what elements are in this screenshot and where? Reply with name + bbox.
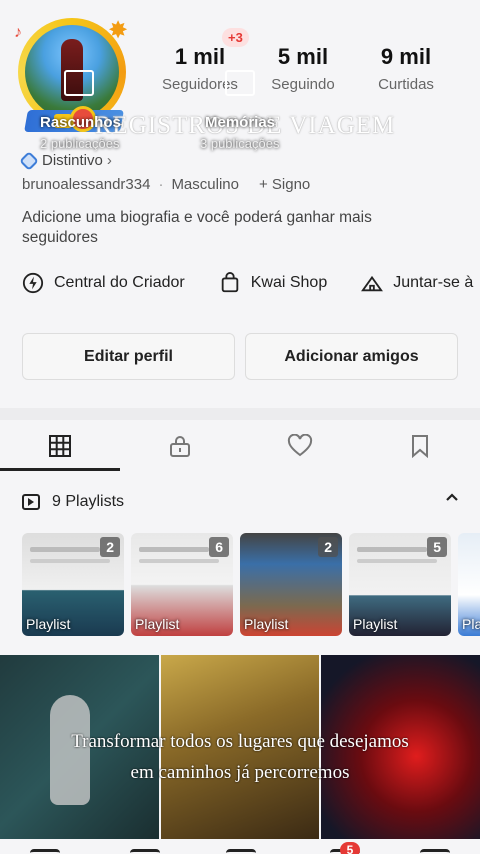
explore-icon[interactable]: [130, 849, 160, 854]
following-label: Seguindo: [271, 76, 335, 93]
likes-label: Curtidas: [378, 76, 434, 93]
playlist-label: Pla: [462, 616, 480, 632]
playlist-video-count: 2: [100, 537, 120, 557]
create-icon[interactable]: [226, 849, 256, 854]
badge-label: Distintivo: [42, 152, 103, 169]
profile-icon[interactable]: [420, 849, 450, 854]
tent-icon: [361, 275, 384, 292]
caption-line-2: em caminhos já percorremos: [130, 762, 350, 783]
creator-center-label: Central do Criador: [54, 274, 185, 291]
followers-count: 1 mil: [174, 44, 226, 69]
lock-icon: [170, 436, 190, 457]
thumbnail-detail: [357, 547, 427, 552]
grid-icon: [49, 435, 71, 457]
kwai-shop-label: Kwai Shop: [250, 274, 328, 291]
likes-stat[interactable]: 9 mil Curtidas: [361, 44, 451, 93]
home-icon[interactable]: [30, 849, 60, 854]
thumbnail-detail: [30, 547, 100, 552]
drafts-count: 2 publicações: [40, 136, 120, 151]
thumbnail-detail: [139, 547, 209, 552]
heart-icon: [287, 434, 313, 457]
playlist-strip: 2 Playlist 6 Playlist 2 Playlist 5 Playl…: [22, 533, 480, 637]
playlist-card[interactable]: Pla: [458, 533, 480, 636]
playlist-label: Playlist: [353, 616, 398, 632]
profile-info-row: brunoalessandr334 · Masculino + Signo: [22, 176, 310, 193]
playlist-video-count: 6: [209, 537, 229, 557]
chevron-right-icon: ›: [106, 152, 112, 169]
drafts-folder-icon: [64, 70, 94, 96]
playlist-icon: [22, 494, 40, 510]
badge-icon: [19, 150, 39, 171]
playlist-label: Playlist: [244, 616, 289, 632]
playlists-count: 9 Playlists: [52, 493, 125, 510]
thumbnail-detail: [30, 559, 110, 563]
memories-title: Memórias: [205, 114, 276, 131]
bio-prompt[interactable]: Adicione uma biografia e você poderá gan…: [22, 208, 442, 248]
playlist-video-count: 2: [318, 537, 338, 557]
tab-saved[interactable]: [360, 420, 480, 472]
add-sign-button[interactable]: + Signo: [259, 176, 310, 193]
music-note-icon: ♪: [14, 24, 22, 41]
tab-liked[interactable]: [240, 420, 360, 472]
shopping-bag-icon: [221, 272, 238, 293]
section-divider: [0, 408, 480, 420]
notification-badge: 5: [340, 842, 360, 854]
following-count: 5 mil: [277, 44, 329, 69]
thumbnail-detail: [139, 559, 219, 563]
bookmark-icon: [412, 435, 428, 458]
join-button[interactable]: Juntar-se à: [361, 272, 473, 294]
playlists-header[interactable]: 9 Playlists: [22, 490, 462, 514]
tab-posts[interactable]: [0, 420, 120, 472]
caption-line-1: Transformar todos os lugares que desejam…: [71, 731, 409, 752]
new-followers-badge: +3: [222, 28, 249, 47]
bottom-navigation: [0, 839, 480, 854]
memories-count: 3 publicações: [200, 136, 280, 151]
separator: ·: [158, 176, 164, 193]
creator-center-button[interactable]: Central do Criador: [22, 272, 185, 294]
tab-private[interactable]: [120, 420, 240, 472]
following-stat[interactable]: 5 mil Seguindo: [258, 44, 348, 93]
lightning-icon: [22, 272, 44, 294]
shortcut-row: Central do Criador Kwai Shop Juntar-se à: [0, 266, 480, 300]
playlist-video-count: 5: [427, 537, 447, 557]
kwai-shop-button[interactable]: Kwai Shop: [219, 272, 328, 294]
join-label: Juntar-se à: [393, 274, 474, 291]
playlist-card[interactable]: 2 Playlist: [240, 533, 342, 636]
playlist-label: Playlist: [26, 616, 71, 632]
active-tab-indicator: [0, 468, 120, 471]
gender: Masculino: [171, 176, 239, 193]
content-tabs: [0, 420, 480, 472]
flame-icon: ✸: [108, 17, 129, 44]
badge-link[interactable]: Distintivo ›: [19, 150, 112, 171]
username: brunoalessandr334: [22, 176, 151, 193]
likes-count: 9 mil: [380, 44, 432, 69]
memories-album-icon: [225, 70, 255, 96]
playlist-label: Playlist: [135, 616, 180, 632]
playlist-card[interactable]: 5 Playlist: [349, 533, 451, 636]
thumbnail-detail: [357, 559, 437, 563]
playlist-card[interactable]: 2 Playlist: [22, 533, 124, 636]
drafts-title: Rascunhos: [40, 114, 121, 131]
chevron-up-icon[interactable]: [444, 490, 460, 506]
playlist-card[interactable]: 6 Playlist: [131, 533, 233, 636]
add-friends-button[interactable]: Adicionar amigos: [245, 333, 458, 380]
edit-profile-button[interactable]: Editar perfil: [22, 333, 235, 380]
